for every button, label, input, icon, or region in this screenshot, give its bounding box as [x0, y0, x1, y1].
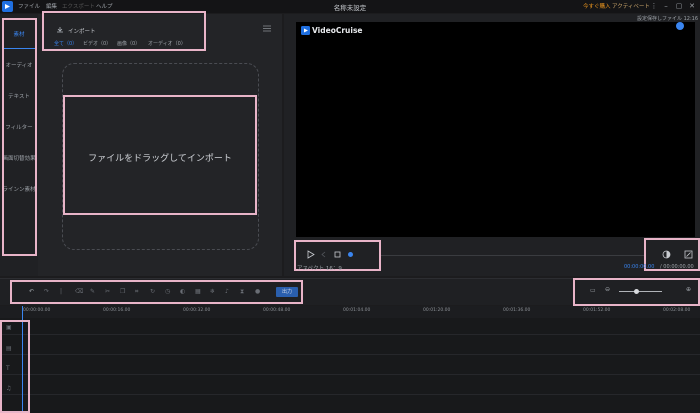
annotation-box-import-header	[42, 11, 206, 51]
drop-zone-text: ファイルをドラッグしてインポート	[88, 154, 232, 164]
tick-label: 00:00:48.00	[263, 308, 291, 313]
track-divider	[0, 354, 700, 355]
annotation-box-track-icons	[0, 320, 30, 413]
annotation-box-rail	[2, 18, 37, 256]
annotation-box-edit-tools	[10, 280, 303, 304]
more-icon[interactable]: ⋮	[649, 1, 659, 11]
autosave-status: 設定保存しファイル 12:16	[637, 16, 698, 22]
tick-label: 00:00:16.00	[103, 308, 131, 313]
tick-label: 00:02:08.00	[663, 308, 691, 313]
watermark-text: VideoCruise	[312, 26, 363, 35]
current-time: 00:00:00.00	[624, 264, 655, 270]
buy-now-link[interactable]: 今すぐ購入	[583, 2, 611, 10]
annotation-box-zoom	[573, 278, 700, 306]
preview-screen	[296, 22, 695, 237]
tick-label: 00:01:36.00	[503, 308, 531, 313]
track-divider	[0, 374, 700, 375]
tick-label: 00:01:04.00	[343, 308, 371, 313]
preview-toggle[interactable]	[676, 22, 684, 30]
track-divider	[0, 334, 700, 335]
watermark-logo-icon	[301, 26, 310, 35]
aspect-ratio-label[interactable]: アスペクト 16：9	[297, 264, 342, 272]
track-divider	[0, 394, 700, 395]
tick-label: 00:01:52.00	[583, 308, 611, 313]
tick-label: 00:00:32.00	[183, 308, 211, 313]
tick-label: 00:01:20.00	[423, 308, 451, 313]
list-menu-icon[interactable]	[263, 25, 271, 32]
minimize-icon[interactable]: –	[661, 1, 671, 11]
tick-label: 00:00:00.00	[23, 308, 51, 313]
timeline-tracks[interactable]	[0, 318, 700, 413]
maximize-icon[interactable]: ▢	[674, 1, 684, 11]
close-icon[interactable]: ✕	[687, 1, 697, 11]
activate-link[interactable]: アクティベート	[612, 2, 650, 10]
progress-track[interactable]	[380, 255, 645, 256]
total-time: / 00:00:00.00	[660, 264, 694, 270]
